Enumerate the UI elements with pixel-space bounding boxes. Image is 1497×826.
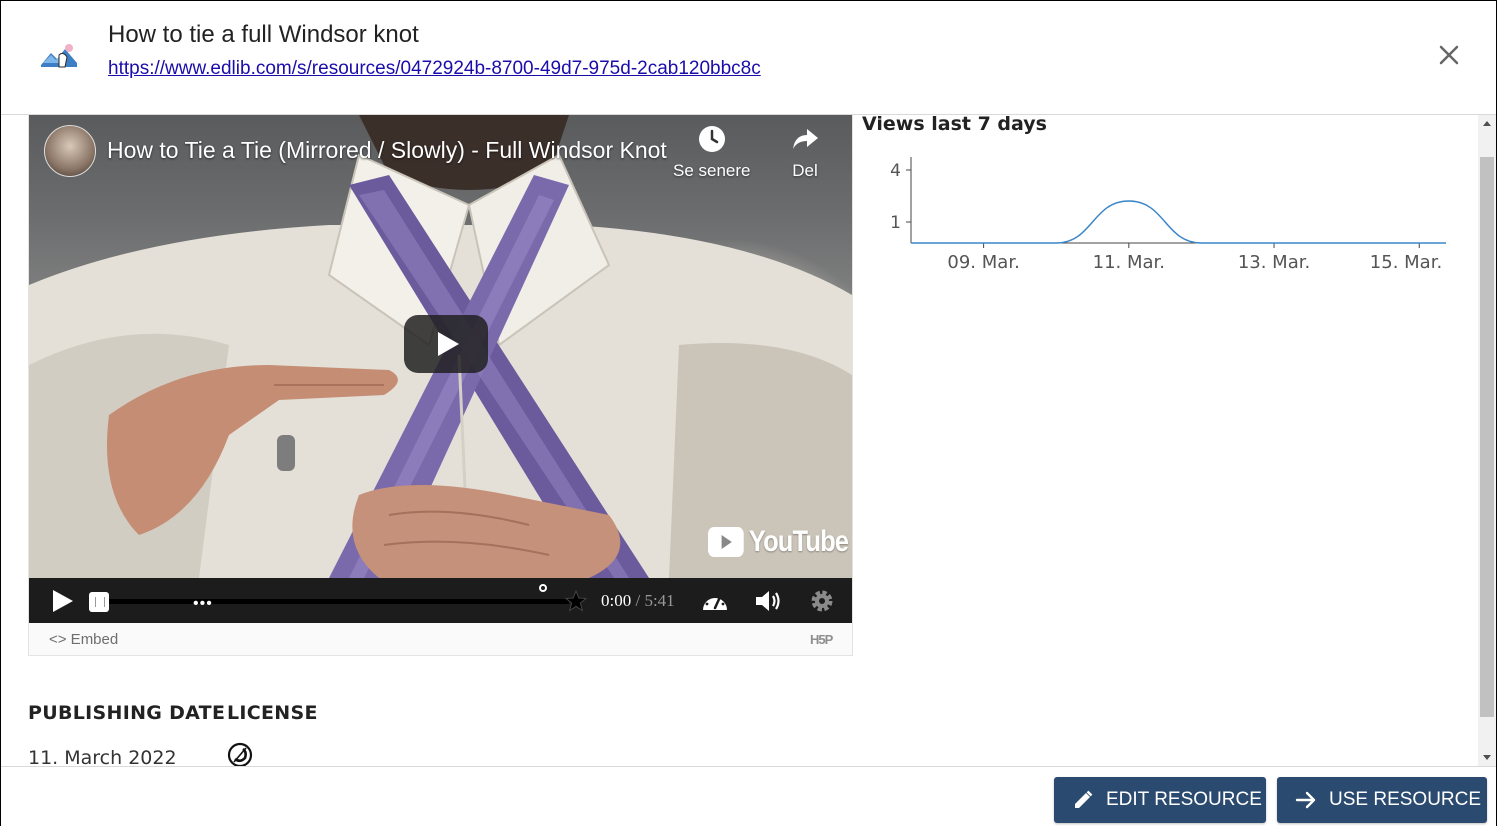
h5p-action-bar: <> Embed H5P [29, 623, 852, 655]
current-time: 0:00 [601, 591, 632, 610]
seek-bar[interactable]: ••• [109, 595, 569, 612]
pencil-icon [1075, 790, 1093, 808]
time-display: 0:00 / 5:41 [601, 591, 675, 611]
close-icon[interactable] [1433, 39, 1465, 71]
resource-title: How to tie a full Windsor knot [108, 21, 419, 48]
series-line [910, 200, 1446, 244]
volume-icon[interactable] [754, 588, 782, 614]
y-tick-label: 1 [890, 213, 901, 233]
video-title[interactable]: How to Tie a Tie (Mirrored / Slowly) - F… [107, 137, 667, 164]
watch-later-label: Se senere [673, 161, 751, 180]
video-controls: ••• 0:00 / 5:41 [29, 578, 852, 623]
arrow-right-icon [1295, 791, 1316, 809]
views-chart: Views last 7 days 4 1 09. Mar. 11. Mar. 13. … [859, 115, 1459, 285]
seek-handle[interactable] [89, 592, 109, 612]
edit-resource-button[interactable]: EDIT RESOURCE [1054, 777, 1266, 823]
clock-icon [698, 126, 725, 152]
license-label: LICENSE [227, 702, 318, 724]
youtube-wordmark: YouTube [748, 525, 849, 558]
edit-resource-label: EDIT RESOURCE [1106, 789, 1262, 810]
publishing-date-label: PUBLISHING DATE [28, 702, 226, 724]
publishing-date-value: 11. March 2022 [28, 747, 177, 766]
settings-gear-icon[interactable] [808, 588, 836, 614]
watch-later-button[interactable]: Se senere [673, 125, 751, 181]
use-resource-label: USE RESOURCE [1329, 789, 1482, 810]
play-button-large[interactable] [404, 315, 488, 373]
scroll-up-arrow-icon[interactable] [1483, 121, 1491, 126]
embed-button[interactable]: <> Embed [49, 631, 118, 648]
star-icon[interactable] [565, 590, 587, 612]
x-tick-label: 11. Mar. [1093, 252, 1165, 273]
channel-avatar[interactable] [44, 125, 96, 177]
youtube-play-icon [708, 527, 744, 557]
public-domain-license-icon[interactable] [227, 742, 253, 766]
bookmark-dots: ••• [193, 595, 213, 612]
resource-thumbnail-icon [39, 41, 79, 69]
modal-content[interactable]: How to Tie a Tie (Mirrored / Slowly) - F… [1, 115, 1478, 766]
youtube-logo[interactable]: YouTube [708, 525, 849, 559]
x-tick-label: 13. Mar. [1238, 252, 1310, 273]
scrollbar-thumb[interactable] [1480, 157, 1494, 717]
content-scrollbar[interactable] [1478, 115, 1496, 766]
scroll-down-arrow-icon[interactable] [1483, 755, 1491, 760]
share-icon [793, 129, 818, 149]
use-resource-button[interactable]: USE RESOURCE [1277, 777, 1487, 823]
video-frame[interactable]: How to Tie a Tie (Mirrored / Slowly) - F… [29, 115, 852, 623]
chart-plot: 4 1 09. Mar. 11. Mar. 13. Mar. 15. Mar. [890, 157, 1446, 273]
h5p-video-player: How to Tie a Tie (Mirrored / Slowly) - F… [28, 115, 853, 656]
playback-speed-icon[interactable] [701, 588, 729, 614]
interaction-marker[interactable] [539, 584, 547, 592]
h5p-logo[interactable]: H5P [810, 632, 833, 647]
x-tick-label: 15. Mar. [1370, 252, 1442, 273]
resource-url-link[interactable]: https://www.edlib.com/s/resources/047292… [108, 58, 761, 80]
modal-footer: EDIT RESOURCE USE RESOURCE [1, 766, 1496, 826]
share-label: Del [792, 161, 818, 180]
play-icon[interactable] [49, 588, 75, 614]
x-tick-label: 09. Mar. [947, 252, 1019, 273]
modal-header: How to tie a full Windsor knot https://w… [1, 1, 1496, 115]
share-button[interactable]: Del [791, 125, 819, 181]
y-tick-label: 4 [890, 161, 901, 181]
duration: / 5:41 [635, 591, 675, 610]
